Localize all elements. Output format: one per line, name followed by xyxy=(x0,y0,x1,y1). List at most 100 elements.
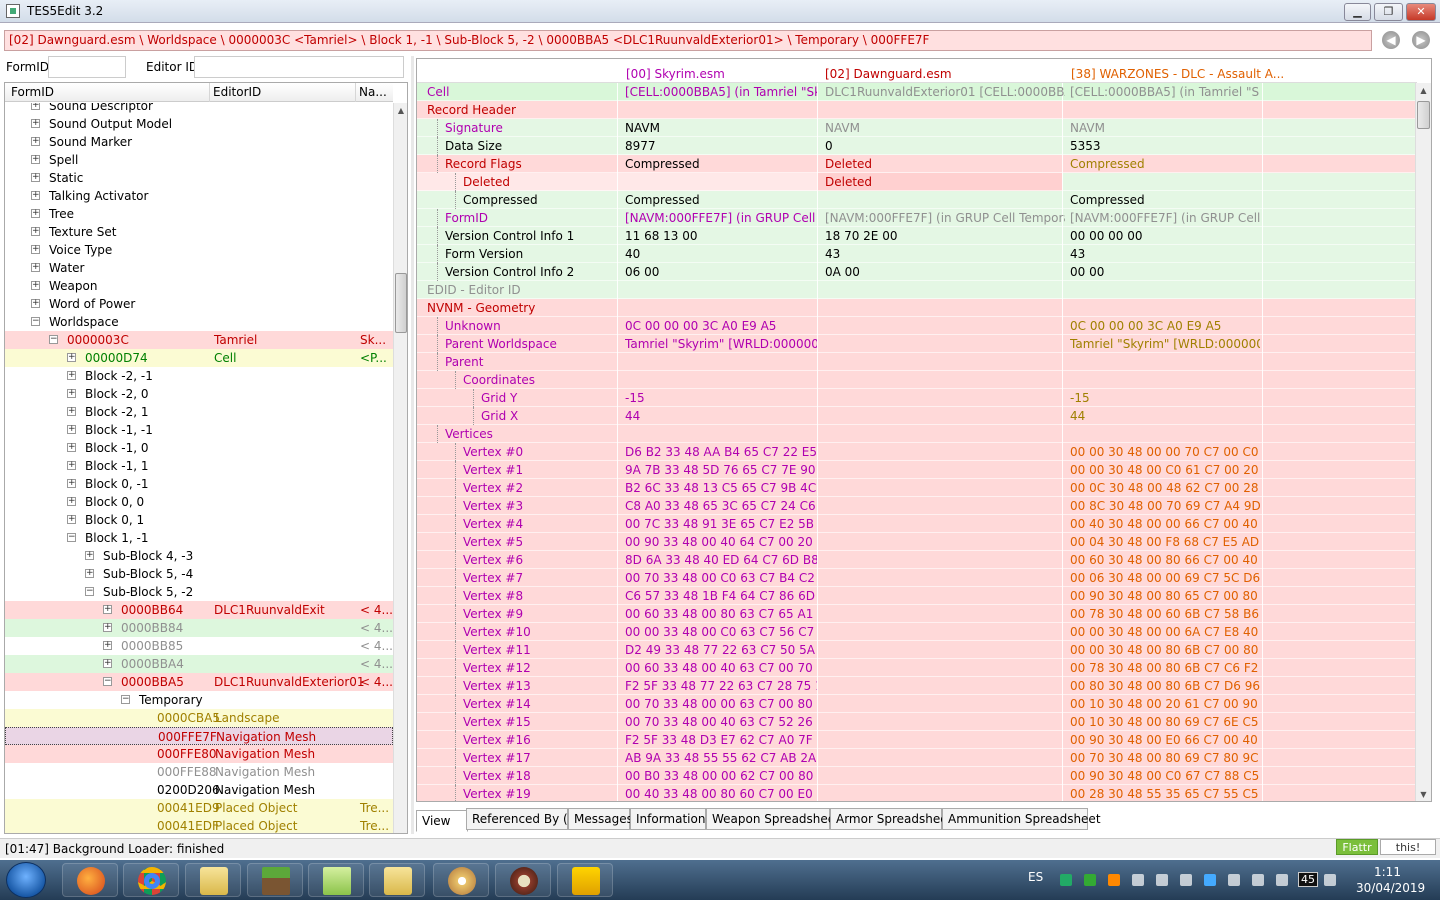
tab-ammunition-spreadsheet[interactable]: Ammunition Spreadsheet xyxy=(942,808,1101,830)
expand-icon[interactable]: + xyxy=(31,191,40,200)
grid-cell[interactable]: -15 xyxy=(625,391,817,405)
pane-splitter[interactable] xyxy=(411,56,414,834)
grid-row[interactable]: Vertex #19 00 40 33 48 00 80 60 C7 00 E0 … xyxy=(417,785,1415,801)
expand-icon[interactable]: + xyxy=(67,425,76,434)
grid-row[interactable]: Vertex #9 00 60 33 48 00 80 63 C7 65 A1 1… xyxy=(417,605,1415,623)
collapse-icon[interactable]: − xyxy=(103,677,112,686)
collapse-icon[interactable]: − xyxy=(31,317,40,326)
expand-icon[interactable]: + xyxy=(31,137,40,146)
grid-row[interactable]: Vertex #6 8D 6A 33 48 40 ED 64 C7 6D B8 1… xyxy=(417,551,1415,569)
grid-cell[interactable]: [CELL:0000BBA5] (in Tamriel "Sky... xyxy=(1070,85,1260,99)
grid-cell[interactable]: 40 xyxy=(625,247,817,261)
grid-cell[interactable]: C8 A0 33 48 65 3C 65 C7 24 C6 17 46 xyxy=(625,499,817,513)
grid-cell[interactable]: 8977 xyxy=(625,139,817,153)
tree-row[interactable]: + Texture Set xyxy=(5,223,393,241)
grid-cell[interactable]: [NAVM:000FFE7F] (in GRUP Cell T... xyxy=(1070,211,1260,225)
language-indicator[interactable]: ES xyxy=(1028,870,1043,884)
grid-cell[interactable]: 11 68 13 00 xyxy=(625,229,817,243)
grid-cell[interactable]: NAVM xyxy=(1070,121,1260,135)
grid-cell[interactable]: 00 04 30 48 00 F8 68 C7 E5 AD DC 45 xyxy=(1070,535,1260,549)
tray-icon-4[interactable] xyxy=(1132,874,1144,886)
grid-cell[interactable]: 00 90 33 48 00 40 64 C7 00 20 16 46 xyxy=(625,535,817,549)
volume-icon[interactable] xyxy=(1252,874,1264,886)
tree-row[interactable]: + Voice Type xyxy=(5,241,393,259)
tree-row[interactable]: 000FFE7F Navigation Mesh xyxy=(5,727,393,745)
grid-header-col1[interactable]: [00] Skyrim.esm xyxy=(626,67,725,81)
grid-cell[interactable]: 00 00 33 48 00 C0 63 C7 56 C7 14 46 xyxy=(625,625,817,639)
tree-row[interactable]: + Weapon xyxy=(5,277,393,295)
expand-icon[interactable]: + xyxy=(85,569,94,578)
tree-row[interactable]: +0000BB64 DLC1RuunvaldExit < 4... xyxy=(5,601,393,619)
notepad-plus-icon[interactable] xyxy=(308,863,364,897)
grid-row[interactable]: Vertex #18 00 B0 33 48 00 00 62 C7 00 80 … xyxy=(417,767,1415,785)
grid-cell[interactable]: 00 70 33 48 00 40 63 C7 52 26 16 46 xyxy=(625,715,817,729)
grid-cell[interactable]: 0C 00 00 00 3C A0 E9 A5 xyxy=(625,319,817,333)
grid-row[interactable]: Vertex #14 00 70 33 48 00 00 63 C7 00 80 … xyxy=(417,695,1415,713)
tree-row[interactable]: 0200D206 Navigation Mesh xyxy=(5,781,393,799)
tray-icon-7[interactable] xyxy=(1204,874,1216,886)
expand-icon[interactable]: + xyxy=(103,605,112,614)
grid-cell[interactable]: 00 10 30 48 00 80 69 C7 6E C5 DB 45 xyxy=(1070,715,1260,729)
grid-row[interactable]: Version Control Info 1 11 68 13 00 18 70 2… xyxy=(417,227,1415,245)
action-center-flag-icon[interactable] xyxy=(1324,874,1336,886)
folder-icon[interactable] xyxy=(369,863,425,897)
grid-cell[interactable]: 18 70 2E 00 xyxy=(825,229,1065,243)
tree-row[interactable]: − Worldspace xyxy=(5,313,393,331)
tray-icon-8[interactable] xyxy=(1228,874,1240,886)
tree-row[interactable]: +00000D74 Cell <P... xyxy=(5,349,393,367)
expand-icon[interactable]: + xyxy=(67,497,76,506)
tree-row[interactable]: 000FFE88 Navigation Mesh xyxy=(5,763,393,781)
grid-row[interactable]: FormID [NAVM:000FFE7F] (in GRUP Cell T...… xyxy=(417,209,1415,227)
tree-row[interactable]: + Spell xyxy=(5,151,393,169)
grid-cell[interactable]: 00 00 30 48 00 00 6A C7 E8 40 DA 45 xyxy=(1070,625,1260,639)
network-icon[interactable] xyxy=(1276,874,1288,886)
expand-icon[interactable]: + xyxy=(31,263,40,272)
grid-cell[interactable]: 00 06 30 48 00 00 69 C7 5C D6 DC 45 xyxy=(1070,571,1260,585)
editorid-filter-input[interactable] xyxy=(194,56,404,78)
grid-row[interactable]: Compressed Compressed Compressed xyxy=(417,191,1415,209)
grid-row[interactable]: Vertex #2 B2 6C 33 48 13 C5 65 C7 9B 4C 1… xyxy=(417,479,1415,497)
tab-weapon-spreadsheet[interactable]: Weapon Spreadsheet xyxy=(706,808,840,830)
grid-cell[interactable]: 00 B0 33 48 00 00 62 C7 00 80 16 46 xyxy=(625,769,817,783)
back-icon[interactable]: ◀ xyxy=(1382,31,1400,49)
orange-tray-icon[interactable] xyxy=(1108,874,1120,886)
grid-scroll-thumb[interactable] xyxy=(1417,101,1430,129)
grid-cell[interactable]: C6 57 33 48 1B F4 64 C7 86 6D 15 46 xyxy=(625,589,817,603)
tree-row[interactable]: + Tree xyxy=(5,205,393,223)
tree-row[interactable]: + Sub-Block 5, -4 xyxy=(5,565,393,583)
grid-cell[interactable]: 5353 xyxy=(1070,139,1260,153)
grid-row[interactable]: Vertex #4 00 7C 33 48 91 3E 65 C7 E2 5B 1… xyxy=(417,515,1415,533)
tree-row[interactable]: 0000CBA5 Landscape xyxy=(5,709,393,727)
grid-cell[interactable]: Compressed xyxy=(625,157,817,171)
grid-cell[interactable]: NAVM xyxy=(825,121,1065,135)
grid-cell[interactable]: 8D 6A 33 48 40 ED 64 C7 6D B8 15 ... xyxy=(625,553,817,567)
expand-icon[interactable]: + xyxy=(31,155,40,164)
minecraft-icon[interactable] xyxy=(247,863,303,897)
grid-cell[interactable]: [CELL:0000BBA5] (in Tamriel "Sky... xyxy=(625,85,817,99)
grid-cell[interactable]: 00 00 30 48 00 C0 61 C7 00 20 E1 45 xyxy=(1070,463,1260,477)
tray-badge[interactable]: 45 xyxy=(1298,872,1318,887)
grid-row[interactable]: Grid X 44 44 xyxy=(417,407,1415,425)
grid-cell[interactable]: 00 00 xyxy=(1070,265,1260,279)
collapse-icon[interactable]: − xyxy=(67,533,76,542)
tree-row[interactable]: + Block 0, -1 xyxy=(5,475,393,493)
grid-row[interactable]: Signature NAVM NAVM NAVM xyxy=(417,119,1415,137)
tray-icon-5[interactable] xyxy=(1156,874,1168,886)
grid-row[interactable]: Vertex #13 F2 5F 33 48 77 22 63 C7 28 75 … xyxy=(417,677,1415,695)
grid-row[interactable]: Vertex #8 C6 57 33 48 1B F4 64 C7 86 6D 1… xyxy=(417,587,1415,605)
tree-row[interactable]: + Sound Output Model xyxy=(5,115,393,133)
restore-button[interactable]: ❐ xyxy=(1374,3,1403,21)
grid-row[interactable]: Version Control Info 2 06 00 0A 00 00 00 xyxy=(417,263,1415,281)
grid-row[interactable]: Grid Y -15 -15 xyxy=(417,389,1415,407)
grid-cell[interactable]: 00 00 30 48 00 80 6B C7 00 80 D5 45 xyxy=(1070,643,1260,657)
tree-header-name[interactable]: Na... xyxy=(359,85,387,99)
grid-cell[interactable]: 06 00 xyxy=(625,265,817,279)
expand-icon[interactable]: + xyxy=(67,389,76,398)
grid-row[interactable]: Vertex #5 00 90 33 48 00 40 64 C7 00 20 1… xyxy=(417,533,1415,551)
tree-row[interactable]: + Word of Power xyxy=(5,295,393,313)
expand-icon[interactable]: + xyxy=(103,623,112,632)
chrome-icon[interactable] xyxy=(123,863,179,897)
tab-referenced-by[interactable]: Referenced By (6) xyxy=(466,808,580,830)
grid-header-col2[interactable]: [02] Dawnguard.esm xyxy=(825,67,952,81)
explorer-icon[interactable] xyxy=(185,863,241,897)
